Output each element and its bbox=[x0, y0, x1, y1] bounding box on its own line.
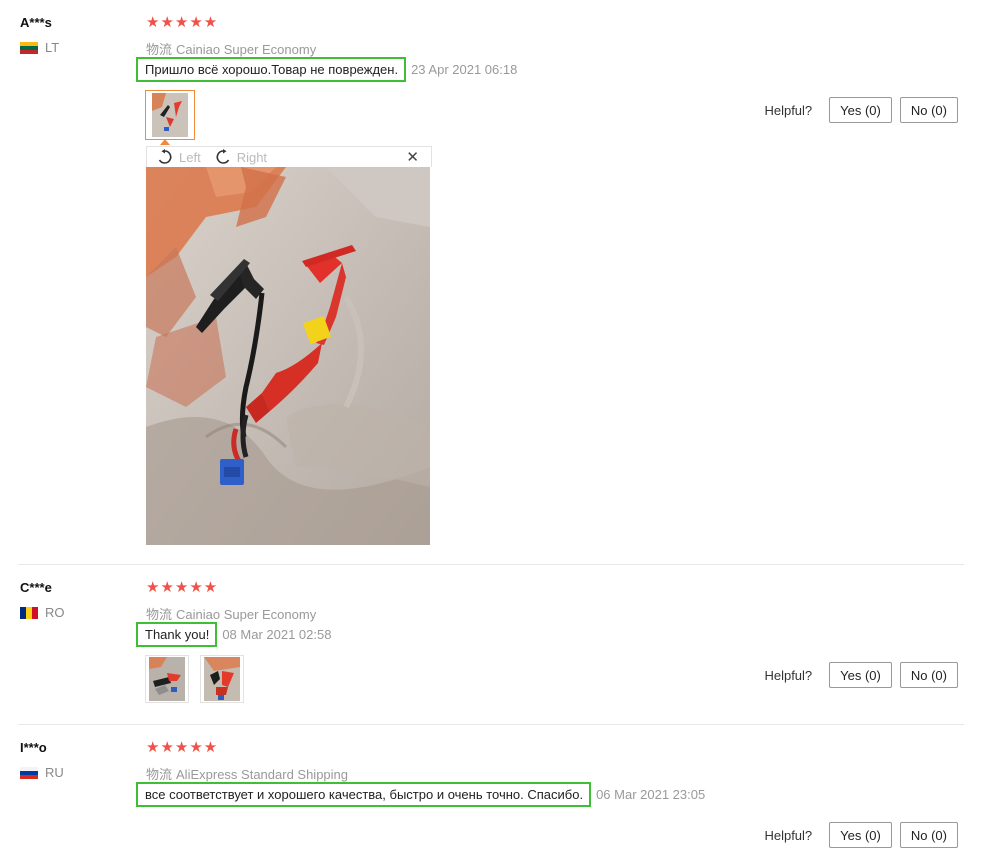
reviewer-country: RO bbox=[20, 605, 65, 620]
lithuania-flag-icon bbox=[20, 41, 38, 54]
reviewer-name: A***s bbox=[20, 15, 52, 30]
review-comment: все соответствует и хорошего качества, б… bbox=[136, 782, 592, 807]
logistics-info: 物流 Cainiao Super Economy bbox=[146, 604, 316, 623]
romania-flag-icon bbox=[20, 606, 38, 619]
review-thumbnails bbox=[145, 655, 255, 703]
logistics-value: Cainiao Super Economy bbox=[176, 607, 317, 622]
helpful-votes: Helpful? Yes (0) No (0) bbox=[764, 662, 958, 688]
helpful-votes: Helpful? Yes (0) No (0) bbox=[764, 97, 958, 123]
rotate-left-label: Left bbox=[179, 149, 201, 165]
photo-thumbnail-image bbox=[204, 657, 240, 701]
review-separator bbox=[18, 564, 964, 565]
country-code: RU bbox=[45, 765, 64, 780]
star-rating: ★★★★★ bbox=[146, 579, 219, 596]
rotate-left-button[interactable]: Left bbox=[157, 149, 201, 165]
logistics-label: 物流 bbox=[146, 607, 173, 622]
photo-thumbnail-image bbox=[149, 657, 185, 701]
rotate-right-label: Right bbox=[236, 149, 268, 165]
logistics-info: 物流 Cainiao Super Economy bbox=[146, 39, 316, 58]
helpful-no-button[interactable]: No (0) bbox=[899, 97, 958, 123]
helpful-votes: Helpful? Yes (0) No (0) bbox=[764, 822, 958, 848]
helpful-no-button[interactable]: No (0) bbox=[899, 662, 958, 688]
star-rating: ★★★★★ bbox=[146, 14, 219, 31]
reviewer-name: I***o bbox=[20, 740, 47, 755]
rotate-left-icon bbox=[158, 149, 172, 164]
review-date: 06 Mar 2021 23:05 bbox=[596, 787, 706, 802]
rotate-right-button[interactable]: Right bbox=[215, 149, 267, 165]
comment-line: все соответствует и хорошего качества, б… bbox=[136, 782, 705, 807]
reviewer-country: RU bbox=[20, 765, 64, 780]
review-photo-thumbnail[interactable] bbox=[145, 90, 195, 140]
helpful-yes-button[interactable]: Yes (0) bbox=[829, 97, 892, 123]
logistics-label: 物流 bbox=[146, 42, 173, 57]
comment-line: Thank you! 08 Mar 2021 02:58 bbox=[136, 622, 331, 647]
logistics-label: 物流 bbox=[146, 767, 173, 782]
russia-flag-icon bbox=[20, 766, 38, 779]
star-rating: ★★★★★ bbox=[146, 739, 219, 756]
logistics-value: Cainiao Super Economy bbox=[176, 42, 317, 57]
review-photo-expanded bbox=[146, 167, 430, 545]
logistics-info: 物流 AliExpress Standard Shipping bbox=[146, 764, 348, 783]
review-separator bbox=[18, 724, 964, 725]
logistics-value: AliExpress Standard Shipping bbox=[176, 767, 349, 782]
photo-thumbnail-image bbox=[152, 93, 188, 137]
selected-thumbnail-caret-icon bbox=[160, 139, 170, 145]
helpful-yes-button[interactable]: Yes (0) bbox=[829, 662, 892, 688]
review-photo-image bbox=[146, 167, 430, 545]
review-date: 23 Apr 2021 06:18 bbox=[411, 62, 518, 77]
review-thumbnails bbox=[145, 90, 206, 140]
review-date: 08 Mar 2021 02:58 bbox=[222, 627, 332, 642]
review-photo-thumbnail[interactable] bbox=[145, 655, 189, 703]
photo-viewer-toolbar: Left Right ✕ bbox=[146, 146, 432, 167]
review-comment: Пришло всё хорошо.Товар не поврежден. bbox=[136, 57, 407, 82]
comment-line: Пришло всё хорошо.Товар не поврежден. 23… bbox=[136, 57, 517, 82]
helpful-label: Helpful? bbox=[764, 667, 813, 683]
review-comment: Thank you! bbox=[136, 622, 218, 647]
helpful-label: Helpful? bbox=[764, 102, 813, 118]
helpful-no-button[interactable]: No (0) bbox=[899, 822, 958, 848]
helpful-yes-button[interactable]: Yes (0) bbox=[829, 822, 892, 848]
reviewer-name: C***e bbox=[20, 580, 52, 595]
close-viewer-icon[interactable]: ✕ bbox=[406, 148, 419, 166]
reviewer-country: LT bbox=[20, 40, 59, 55]
country-code: LT bbox=[45, 40, 60, 55]
country-code: RO bbox=[45, 605, 65, 620]
helpful-label: Helpful? bbox=[764, 827, 813, 843]
review-photo-thumbnail[interactable] bbox=[200, 655, 244, 703]
rotate-right-icon bbox=[216, 149, 229, 164]
